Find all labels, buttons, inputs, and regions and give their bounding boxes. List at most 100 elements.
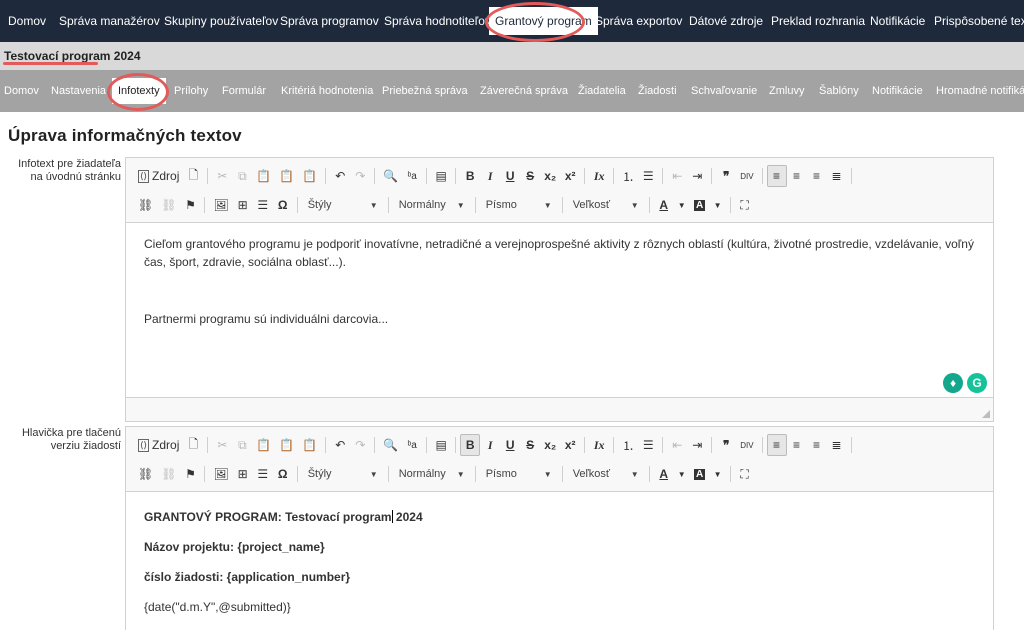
superscript-button[interactable]: x² (560, 434, 580, 456)
topnav-item-datove-zdroje[interactable]: Dátové zdroje (689, 0, 763, 42)
topnav-item-skupiny-pouzivatelov[interactable]: Skupiny používateľov (164, 0, 278, 42)
paste-word-icon[interactable]: 📋 (298, 165, 321, 187)
div-container-icon[interactable]: DIV (736, 165, 757, 187)
styles-dropdown[interactable]: Štýly ▼ (302, 463, 384, 485)
source-button[interactable]: ⟨⟩ Zdroj (134, 165, 183, 187)
topnav-item-preklad-rozhrania[interactable]: Preklad rozhrania (771, 0, 865, 42)
text-color-button[interactable]: A (654, 194, 674, 216)
font-dropdown[interactable]: Písmo ▼ (480, 463, 558, 485)
editor-content-area[interactable]: GRANTOVÝ PROGRAM: Testovací program 2024… (126, 492, 993, 628)
table-icon[interactable]: ⊞ (233, 463, 253, 485)
link-icon[interactable]: ⛓ (134, 194, 157, 216)
bg-color-caret-icon[interactable]: ▼ (710, 463, 726, 485)
copy-icon[interactable]: ⧉ (232, 165, 252, 187)
subnav-item-zmluvy[interactable]: Zmluvy (769, 70, 804, 112)
text-color-caret-icon[interactable]: ▼ (674, 194, 690, 216)
replace-icon[interactable]: ᵇa (402, 165, 422, 187)
subnav-item-nastavenia[interactable]: Nastavenia (51, 70, 106, 112)
subnav-item-infotexty[interactable]: Infotexty (112, 78, 166, 104)
redo-icon[interactable]: ↷ (350, 434, 370, 456)
paste-word-icon[interactable]: 📋 (298, 434, 321, 456)
paste-text-icon[interactable]: 📋 (275, 434, 298, 456)
paste-text-icon[interactable]: 📋 (275, 165, 298, 187)
bulleted-list-icon[interactable]: ☰ (638, 165, 658, 187)
italic-button[interactable]: I (480, 434, 500, 456)
subscript-button[interactable]: x₂ (540, 434, 560, 456)
styles-dropdown[interactable]: Štýly ▼ (302, 194, 384, 216)
numbered-list-icon[interactable]: ⒈ (618, 165, 638, 187)
image-icon[interactable]: 🖼 (209, 463, 232, 485)
align-center-icon[interactable]: ≡ (787, 434, 807, 456)
div-container-icon[interactable]: DIV (736, 434, 757, 456)
superscript-button[interactable]: x² (560, 165, 580, 187)
preview-icon[interactable]: 🗋 (183, 165, 203, 187)
bold-button[interactable]: B (460, 165, 480, 187)
subnav-item-hromadne-notifikacie[interactable]: Hromadné notifikácie (936, 70, 1024, 112)
subnav-item-zaverecna-sprava[interactable]: Záverečná správa (480, 70, 568, 112)
topnav-item-sprava-exportov[interactable]: Správa exportov (595, 0, 682, 42)
subnav-item-notifikacie[interactable]: Notifikácie (872, 70, 923, 112)
format-dropdown[interactable]: Normálny ▼ (393, 194, 471, 216)
background-color-button[interactable]: A (690, 194, 710, 216)
subnav-item-priebezna-sprava[interactable]: Priebežná správa (382, 70, 468, 112)
align-left-icon[interactable]: ≡ (766, 434, 787, 456)
align-right-icon[interactable]: ≡ (807, 165, 827, 187)
lightbulb-icon[interactable]: ♦ (943, 373, 963, 393)
topnav-item-domov[interactable]: Domov (8, 0, 46, 42)
font-dropdown[interactable]: Písmo ▼ (480, 194, 558, 216)
image-icon[interactable]: 🖼 (209, 194, 232, 216)
blockquote-icon[interactable]: ❞ (716, 165, 736, 187)
text-color-caret-icon[interactable]: ▼ (674, 463, 690, 485)
topnav-item-grantovy-program[interactable]: Grantový program (489, 7, 598, 35)
resize-handle-icon[interactable] (982, 410, 990, 418)
topnav-item-notifikacie[interactable]: Notifikácie (870, 0, 925, 42)
topnav-item-sprava-programov[interactable]: Správa programov (280, 0, 379, 42)
subnav-item-domov[interactable]: Domov (4, 70, 39, 112)
select-all-icon[interactable]: ▤ (431, 165, 451, 187)
italic-button[interactable]: I (480, 165, 500, 187)
horizontal-line-icon[interactable]: ☰ (253, 194, 273, 216)
undo-icon[interactable]: ↶ (330, 165, 350, 187)
subscript-button[interactable]: x₂ (540, 165, 560, 187)
blockquote-icon[interactable]: ❞ (716, 434, 736, 456)
copy-icon[interactable]: ⧉ (232, 434, 252, 456)
background-color-button[interactable]: A (690, 463, 710, 485)
paste-icon[interactable]: 📋 (252, 434, 275, 456)
maximize-icon[interactable]: ⛶ (735, 463, 755, 485)
numbered-list-icon[interactable]: ⒈ (618, 434, 638, 456)
align-left-icon[interactable]: ≡ (766, 165, 787, 187)
undo-icon[interactable]: ↶ (330, 434, 350, 456)
subnav-item-sablony[interactable]: Šablóny (819, 70, 859, 112)
find-icon[interactable]: 🔍 (379, 434, 402, 456)
align-right-icon[interactable]: ≡ (807, 434, 827, 456)
unlink-icon[interactable]: ⛓ (157, 194, 180, 216)
select-all-icon[interactable]: ▤ (431, 434, 451, 456)
text-color-button[interactable]: A (654, 463, 674, 485)
subnav-item-schvalovanie[interactable]: Schvaľovanie (691, 70, 757, 112)
anchor-flag-icon[interactable]: ⚑ (180, 463, 200, 485)
topnav-item-prisposobene-texty[interactable]: Prispôsobené texty (934, 0, 1024, 42)
topnav-item-sprava-hodnotitelov[interactable]: Správa hodnotiteľov (384, 0, 491, 42)
redo-icon[interactable]: ↷ (350, 165, 370, 187)
find-icon[interactable]: 🔍 (379, 165, 402, 187)
remove-format-button[interactable]: Ix (589, 165, 609, 187)
preview-icon[interactable]: 🗋 (183, 434, 203, 456)
underline-button[interactable]: U (500, 434, 520, 456)
subnav-item-prilohy[interactable]: Prílohy (174, 70, 208, 112)
special-character-icon[interactable]: Ω (273, 463, 293, 485)
size-dropdown[interactable]: Veľkosť ▼ (567, 194, 645, 216)
subnav-item-kriteria-hodnotenia[interactable]: Kritériá hodnotenia (281, 70, 373, 112)
outdent-icon[interactable]: ⇤ (667, 165, 687, 187)
indent-icon[interactable]: ⇥ (687, 434, 707, 456)
source-button[interactable]: ⟨⟩ Zdroj (134, 434, 183, 456)
maximize-icon[interactable]: ⛶ (735, 194, 755, 216)
align-justify-icon[interactable]: ≣ (827, 434, 847, 456)
paste-icon[interactable]: 📋 (252, 165, 275, 187)
outdent-icon[interactable]: ⇤ (667, 434, 687, 456)
editor-content-area[interactable]: Cieľom grantového programu je podporiť i… (126, 223, 993, 397)
align-justify-icon[interactable]: ≣ (827, 165, 847, 187)
link-icon[interactable]: ⛓ (134, 463, 157, 485)
table-icon[interactable]: ⊞ (233, 194, 253, 216)
subnav-item-formular[interactable]: Formulár (222, 70, 266, 112)
align-center-icon[interactable]: ≡ (787, 165, 807, 187)
